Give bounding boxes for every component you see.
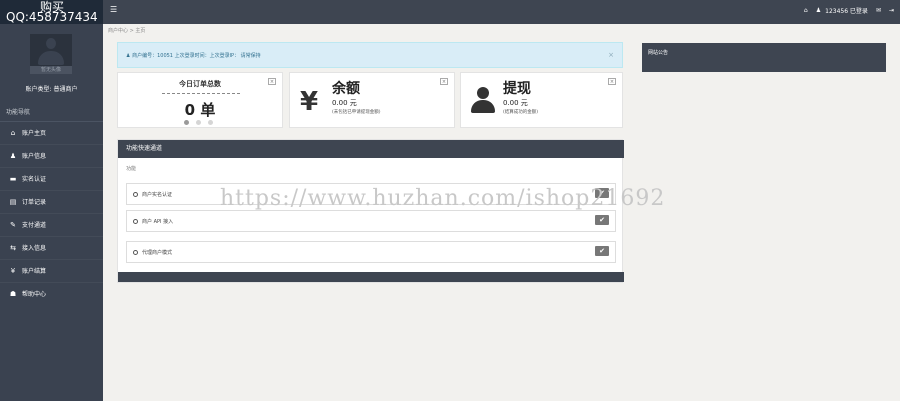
quick-access-panel: 功能快速通道 功能 商户实名认证 ✔ 商户 API 接入 ✔ 代理商户模式 ✔	[117, 139, 624, 283]
user-box: 暂无头像 账户类型: 普通商户	[0, 24, 103, 100]
notice-title: 网站公告	[648, 50, 669, 56]
sidebar-item-label: 账户结算	[22, 268, 47, 275]
yen-icon: ¥	[300, 87, 319, 117]
sidebar-item-label: 支付通道	[22, 222, 47, 229]
top-bar: ☰ ⌂ ♟ 123456 已登录 ✉ ⇥	[103, 0, 900, 24]
divider	[162, 93, 240, 94]
withdraw-card: 提现 0.00 元 (结算成功的金额) ×	[460, 72, 623, 128]
user-type: 账户类型: 普通商户	[0, 84, 103, 93]
breadcrumb: 商户中心 > 主页	[108, 27, 145, 34]
carousel-dot[interactable]	[208, 120, 213, 125]
user-type-value: 普通商户	[53, 86, 78, 93]
id-card-icon: ▬	[9, 175, 17, 183]
sidebar: 购买 QQ:458737434 暂无头像 账户类型: 普通商户 功能导航 ⌂ 账户…	[0, 0, 103, 401]
user-icon: ♟	[815, 7, 822, 14]
bars-icon[interactable]: ☰	[110, 5, 117, 14]
group-icon: ☗	[9, 290, 17, 298]
sidebar-item-payment-channels[interactable]: ✎ 支付通道	[0, 214, 103, 237]
quick-row-agent[interactable]: 代理商户模式 ✔	[126, 241, 616, 263]
balance-note: (未包括已申请提现金额)	[332, 110, 381, 115]
brand-line2: QQ:458737434	[6, 10, 98, 24]
sidebar-item-home[interactable]: ⌂ 账户主页	[0, 122, 103, 145]
close-icon[interactable]: ×	[268, 78, 276, 85]
top-right-menu: ⌂ ♟ 123456 已登录 ✉ ⇥	[796, 6, 894, 15]
check-button[interactable]: ✔	[595, 246, 609, 256]
sidebar-item-integration[interactable]: ⇆ 接入信息	[0, 237, 103, 260]
yen-icon: ¥	[10, 267, 16, 275]
breadcrumb-separator: >	[129, 28, 134, 34]
sidebar-item-verification[interactable]: ▬ 实名认证	[0, 168, 103, 191]
carousel-dots	[184, 120, 220, 127]
close-icon[interactable]: ×	[440, 78, 448, 85]
circle-icon	[133, 192, 138, 197]
avatar-body	[38, 51, 64, 65]
exchange-icon: ⇆	[10, 244, 16, 252]
close-icon[interactable]: ×	[608, 78, 616, 85]
quick-panel-subtitle: 功能	[126, 166, 137, 172]
sidebar-item-label: 账户信息	[22, 153, 47, 160]
carousel-dot[interactable]	[184, 120, 189, 125]
circle-icon	[133, 219, 138, 224]
balance-value: 0.00 元	[332, 99, 357, 107]
sidebar-item-orders[interactable]: ▤ 订单记录	[0, 191, 103, 214]
list-icon: ▤	[9, 198, 17, 206]
wrench-icon: ✎	[10, 221, 16, 229]
user-type-label: 账户类型:	[25, 86, 52, 93]
withdraw-title: 提现	[503, 81, 531, 97]
circle-icon	[133, 250, 138, 255]
breadcrumb-current: 主页	[135, 28, 146, 34]
sidebar-item-label: 实名认证	[22, 176, 47, 183]
site-notice-panel: 网站公告	[642, 43, 886, 72]
breadcrumb-home[interactable]: 商户中心	[108, 28, 128, 34]
orders-count: 0 单	[184, 101, 216, 119]
avatar-caption: 暂无头像	[30, 66, 72, 74]
sidebar-item-label: 账户主页	[22, 130, 47, 137]
nav-header: 功能导航	[0, 104, 103, 122]
comment-icon[interactable]: ✉	[876, 7, 881, 14]
quick-panel-header: 功能快速通道	[118, 140, 624, 158]
sidebar-item-label: 订单记录	[22, 199, 47, 206]
withdraw-value: 0.00 元	[503, 99, 528, 107]
avatar-head	[46, 38, 56, 49]
sidebar-item-label: 帮助中心	[22, 291, 47, 298]
balance-card: ¥ 余额 0.00 元 (未包括已申请提现金额) ×	[289, 72, 455, 128]
sidebar-item-account-info[interactable]: ♟ 账户信息	[0, 145, 103, 168]
avatar[interactable]: 暂无头像	[30, 34, 72, 74]
orders-card: 今日订单总数 0 单 ×	[117, 72, 283, 128]
login-info-alert: ♟ 商户编号：10051 上次登录时间：上次登录IP： 请常保持 ×	[117, 42, 623, 68]
balance-title: 余额	[332, 81, 360, 97]
user-icon: ♟	[9, 152, 17, 160]
home-icon: ⌂	[10, 129, 16, 137]
user-status[interactable]: 123456 已登录	[825, 6, 868, 15]
brand: 购买 QQ:458737434	[0, 0, 103, 24]
quick-row-label: 商户实名认证	[133, 191, 172, 198]
alert-text: 商户编号：10051 上次登录时间：上次登录IP： 请常保持	[132, 53, 261, 59]
watermark: https://www.huzhan.com/ishop21692	[220, 186, 666, 211]
sidebar-item-settlement[interactable]: ¥ 账户结算	[0, 260, 103, 283]
withdraw-note: (结算成功的金额)	[503, 110, 539, 115]
sidebar-item-label: 接入信息	[22, 245, 47, 252]
quick-row-label: 商户 API 接入	[133, 218, 173, 225]
quick-panel-footer	[118, 272, 624, 282]
orders-card-title: 今日订单总数	[179, 80, 221, 88]
quick-row-label: 代理商户模式	[133, 249, 172, 256]
user-icon	[471, 87, 495, 113]
sidebar-item-help[interactable]: ☗ 帮助中心	[0, 283, 103, 306]
home-icon[interactable]: ⌂	[804, 7, 808, 14]
close-icon[interactable]: ×	[608, 51, 614, 59]
check-button[interactable]: ✔	[595, 215, 609, 225]
quick-row-api[interactable]: 商户 API 接入 ✔	[126, 210, 616, 232]
sign-out-icon[interactable]: ⇥	[889, 7, 894, 14]
carousel-dot[interactable]	[196, 120, 201, 125]
